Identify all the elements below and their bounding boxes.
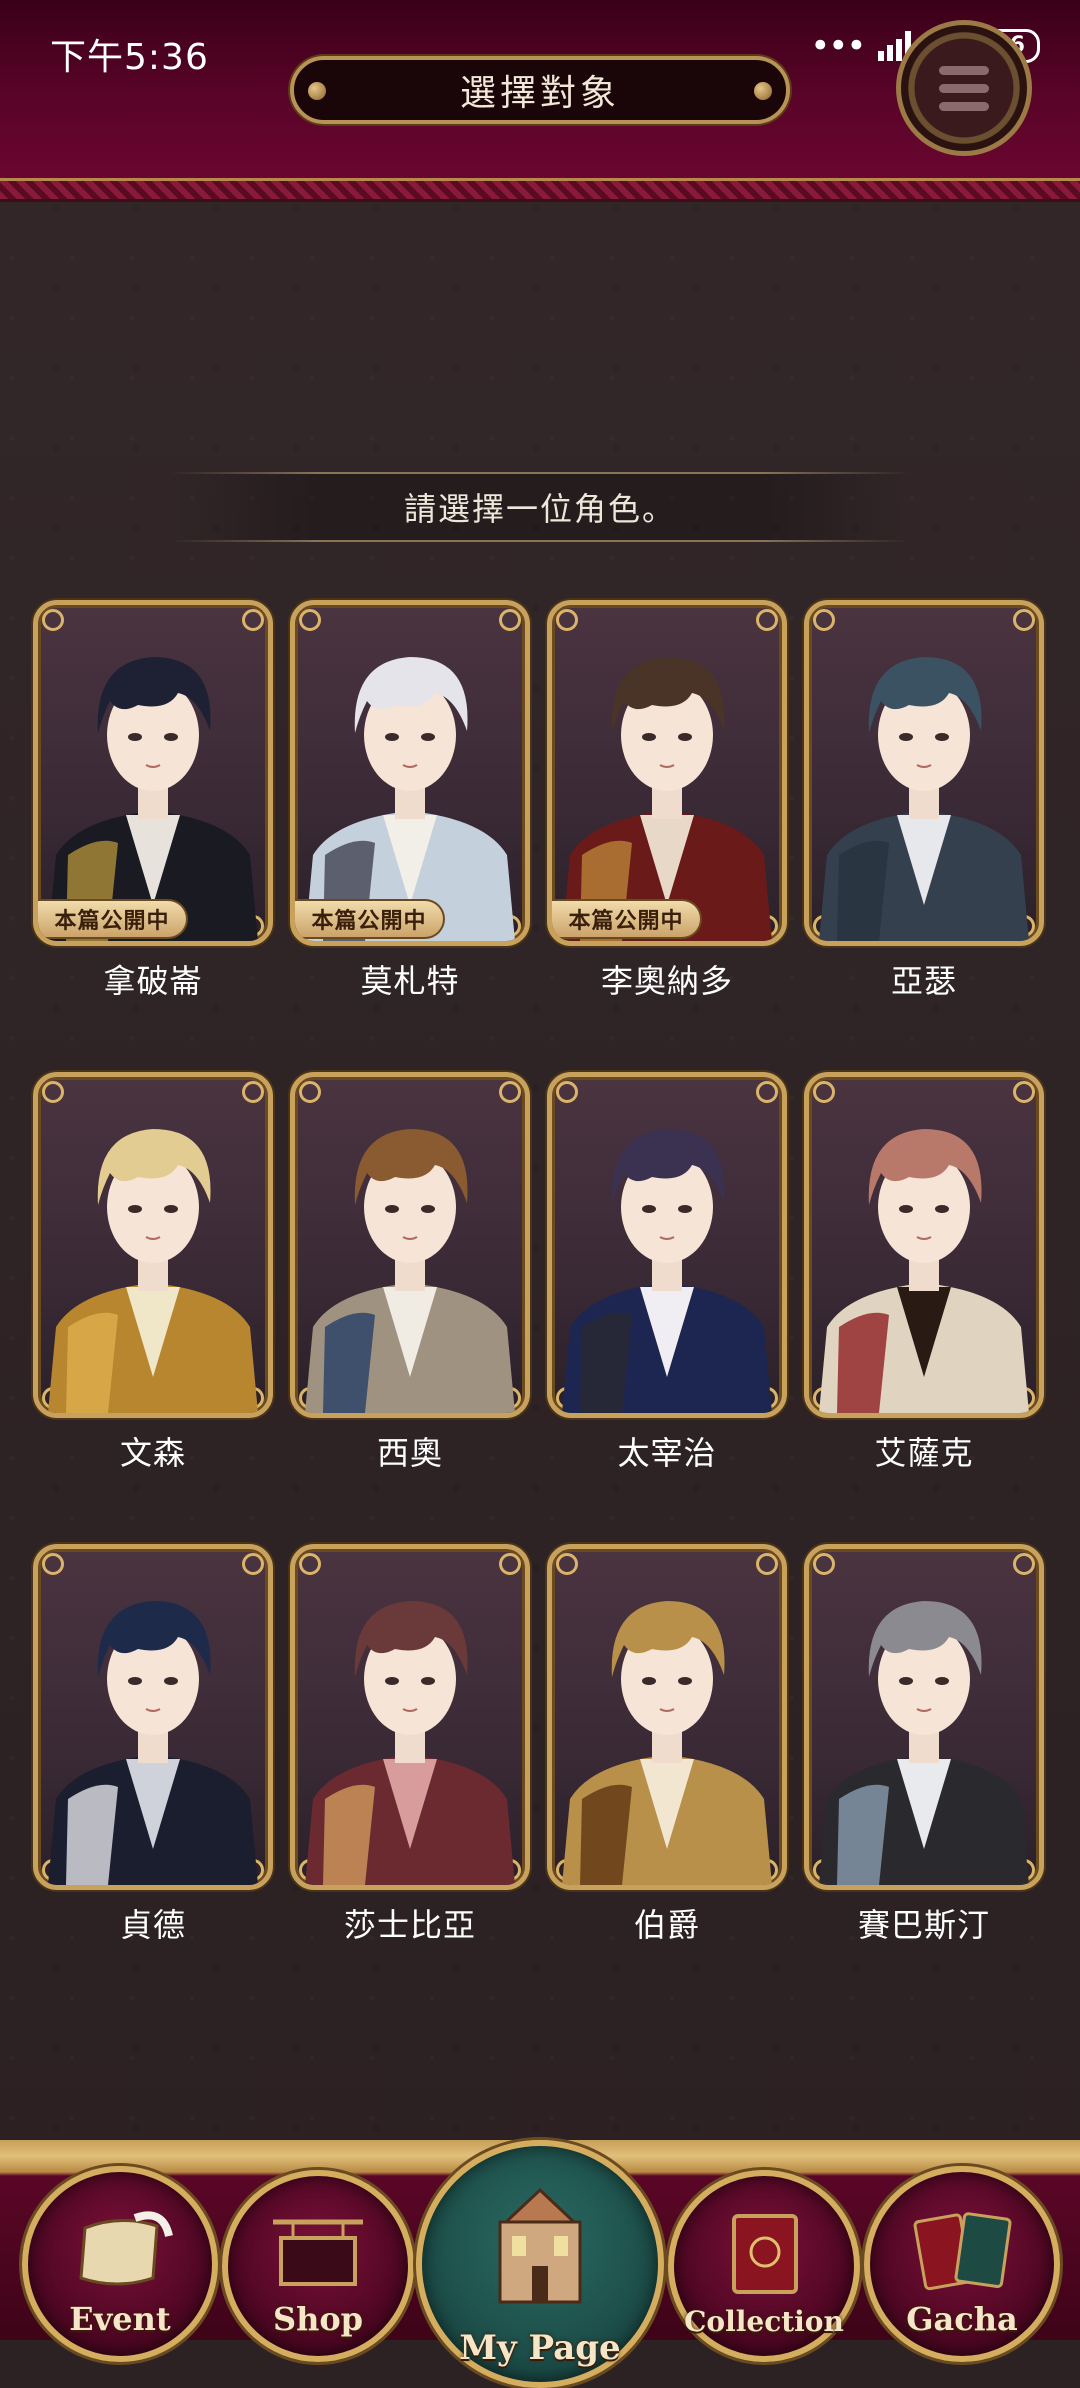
portrait-frame xyxy=(290,1544,530,1890)
character-portrait xyxy=(819,1129,1029,1413)
character-portrait xyxy=(562,657,772,941)
nav-shop-button[interactable]: Shop xyxy=(222,2170,414,2362)
rivet-icon xyxy=(754,82,772,100)
nav-event-button[interactable]: Event xyxy=(22,2166,218,2362)
menu-line-icon xyxy=(939,83,989,93)
character-name: 李奧納多 xyxy=(600,962,733,1000)
character-portrait xyxy=(819,1601,1029,1885)
character-name: 太宰治 xyxy=(617,1434,717,1472)
character-portrait xyxy=(305,657,515,941)
character-portrait xyxy=(48,657,258,941)
character-card[interactable]: 西奧 xyxy=(290,1072,530,1474)
menu-button[interactable] xyxy=(896,20,1032,156)
portrait-frame xyxy=(33,1072,273,1418)
character-card[interactable]: 本篇公開中拿破崙 xyxy=(33,600,273,1002)
portrait-frame: 本篇公開中 xyxy=(547,600,787,946)
nav-collection-label: Collection xyxy=(684,2305,844,2338)
character-card[interactable]: 賽巴斯汀 xyxy=(804,1544,1044,1946)
portrait-frame xyxy=(290,1072,530,1418)
rivet-icon xyxy=(308,82,326,100)
portrait-frame xyxy=(547,1072,787,1418)
character-name: 艾薩克 xyxy=(874,1434,974,1472)
nav-collection-button[interactable]: Collection xyxy=(668,2170,860,2362)
character-name: 西奧 xyxy=(376,1434,443,1472)
character-name: 伯爵 xyxy=(633,1906,700,1944)
portrait-frame: 本篇公開中 xyxy=(290,600,530,946)
portrait-frame xyxy=(33,1544,273,1890)
character-portrait xyxy=(305,1601,515,1885)
character-portrait xyxy=(48,1601,258,1885)
character-card[interactable]: 文森 xyxy=(33,1072,273,1474)
character-card[interactable]: 莎士比亞 xyxy=(290,1544,530,1946)
nav-gacha-label: Gacha xyxy=(906,2300,1018,2338)
nav-gacha-button[interactable]: Gacha xyxy=(864,2166,1060,2362)
character-card[interactable]: 貞德 xyxy=(33,1544,273,1946)
header-trim xyxy=(0,178,1080,202)
story-available-badge: 本篇公開中 xyxy=(295,899,445,939)
character-name: 莎士比亞 xyxy=(343,1906,476,1944)
portrait-frame: 本篇公開中 xyxy=(33,600,273,946)
character-portrait xyxy=(819,657,1029,941)
nav-shop-label: Shop xyxy=(272,2300,364,2338)
portrait-frame xyxy=(804,1544,1044,1890)
more-dots-icon: ••• xyxy=(810,26,866,66)
prompt-text: 請選擇一位角色。 xyxy=(403,490,676,528)
title-plate: 選擇對象 xyxy=(290,56,790,124)
character-name: 文森 xyxy=(119,1434,186,1472)
nav-event-label: Event xyxy=(69,2300,171,2338)
status-time: 下午5:36 xyxy=(50,37,209,78)
prompt-bar: 請選擇一位角色。 xyxy=(170,472,910,542)
character-card[interactable]: 亞瑟 xyxy=(804,600,1044,1002)
menu-line-icon xyxy=(939,65,989,75)
character-portrait xyxy=(48,1129,258,1413)
shop-sign-icon xyxy=(273,2219,363,2286)
character-name: 拿破崙 xyxy=(103,962,203,1000)
menu-line-icon xyxy=(939,101,989,111)
character-name: 亞瑟 xyxy=(890,962,957,1000)
book-icon xyxy=(732,2214,798,2294)
character-card[interactable]: 本篇公開中莫札特 xyxy=(290,600,530,1002)
portrait-frame xyxy=(804,1072,1044,1418)
top-header: 下午5:36 ••• 46 選擇對象 xyxy=(0,0,1080,180)
character-portrait xyxy=(562,1601,772,1885)
character-card[interactable]: 本篇公開中李奧納多 xyxy=(547,600,787,1002)
character-card[interactable]: 伯爵 xyxy=(547,1544,787,1946)
character-grid: 本篇公開中 拿破崙 本篇公開中 莫札特 本篇公開中 李奧納多 亞瑟 文森 西奧 太宰治 艾薩克 貞德莎… xyxy=(33,600,1047,1946)
nav-mypage-label: My Page xyxy=(459,2328,621,2368)
character-name: 賽巴斯汀 xyxy=(857,1906,990,1944)
portrait-frame xyxy=(547,1544,787,1890)
story-available-badge: 本篇公開中 xyxy=(552,899,702,939)
character-portrait xyxy=(562,1129,772,1413)
character-card[interactable]: 太宰治 xyxy=(547,1072,787,1474)
nav-mypage-button[interactable]: My Page xyxy=(416,2140,664,2388)
page-title: 選擇對象 xyxy=(459,73,620,114)
character-card[interactable]: 艾薩克 xyxy=(804,1072,1044,1474)
character-portrait xyxy=(305,1129,515,1413)
cards-icon xyxy=(913,2212,1012,2291)
character-select-screen: 下午5:36 ••• 46 選擇對象 請選擇一位角 xyxy=(0,0,1080,2388)
scroll-icon xyxy=(79,2211,173,2286)
story-available-badge: 本篇公開中 xyxy=(38,899,188,939)
portrait-frame xyxy=(804,600,1044,946)
bottom-nav: Event Shop My Page Collection Gacha xyxy=(0,2140,1080,2388)
mansion-icon xyxy=(498,2187,582,2304)
character-name: 莫札特 xyxy=(360,962,460,1000)
character-name: 貞德 xyxy=(119,1906,186,1944)
